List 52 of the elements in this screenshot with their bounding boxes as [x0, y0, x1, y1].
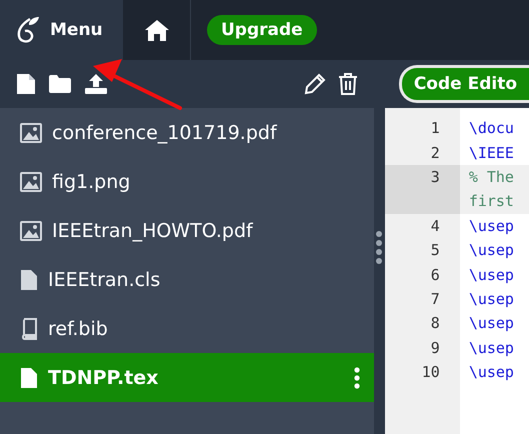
- code-text: \usep: [468, 241, 514, 260]
- file-icon: [20, 366, 38, 388]
- code-text: \docu: [468, 119, 514, 138]
- line-number: 10: [422, 363, 440, 382]
- pencil-icon[interactable]: [304, 73, 326, 95]
- code-text: \usep: [468, 314, 514, 332]
- menu-button[interactable]: Menu: [0, 0, 123, 60]
- line-number: 4: [430, 216, 440, 235]
- file-name: conference_101719.pdf: [52, 122, 278, 144]
- line-number: 9: [430, 338, 440, 357]
- code-text: first: [468, 192, 514, 210]
- file-item[interactable]: IEEEtran.cls: [0, 255, 374, 304]
- image-file-icon: [20, 122, 42, 142]
- file-name: IEEEtran_HOWTO.pdf: [52, 220, 254, 242]
- kebab-menu-icon[interactable]: [354, 366, 360, 388]
- file-name: IEEEtran.cls: [48, 268, 162, 290]
- image-file-icon: [20, 220, 42, 240]
- file-item[interactable]: conference_101719.pdf: [0, 108, 374, 157]
- code-text: % The: [468, 168, 514, 186]
- line-number: 7: [430, 290, 440, 308]
- file-item[interactable]: fig1.png: [0, 157, 374, 206]
- line-number: 2: [430, 144, 440, 162]
- upload-icon[interactable]: [84, 73, 108, 95]
- leaf-logo-icon: [16, 16, 40, 44]
- file-name: TDNPP.tex: [48, 366, 160, 388]
- upgrade-button[interactable]: Upgrade: [207, 15, 317, 45]
- line-number: 8: [430, 314, 440, 332]
- file-item[interactable]: ref.bib: [0, 304, 374, 353]
- trash-icon[interactable]: [338, 73, 358, 95]
- book-icon: [20, 318, 38, 340]
- new-file-icon[interactable]: [16, 73, 36, 95]
- image-file-icon: [20, 172, 42, 192]
- line-number: 1: [430, 119, 440, 138]
- line-number: 6: [430, 266, 440, 284]
- code-text: \usep: [468, 290, 514, 308]
- code-text: \usep: [468, 363, 514, 382]
- code-text: \IEEE: [468, 144, 514, 162]
- code-text: \usep: [468, 266, 514, 284]
- file-item[interactable]: IEEEtran_HOWTO.pdf: [0, 206, 374, 255]
- file-icon: [20, 268, 38, 290]
- drag-handle-icon[interactable]: [375, 230, 384, 264]
- file-name: ref.bib: [48, 318, 109, 340]
- line-number: 5: [430, 241, 440, 260]
- line-number: 3: [430, 168, 440, 186]
- file-name: fig1.png: [52, 170, 132, 192]
- home-icon: [144, 18, 170, 42]
- folder-icon[interactable]: [48, 74, 72, 94]
- code-text: \usep: [468, 216, 514, 235]
- panel-splitter[interactable]: [374, 60, 385, 434]
- code-editor-toggle[interactable]: Code Edito: [398, 65, 529, 103]
- code-text: \usep: [468, 338, 514, 357]
- file-item[interactable]: TDNPP.tex: [0, 353, 374, 402]
